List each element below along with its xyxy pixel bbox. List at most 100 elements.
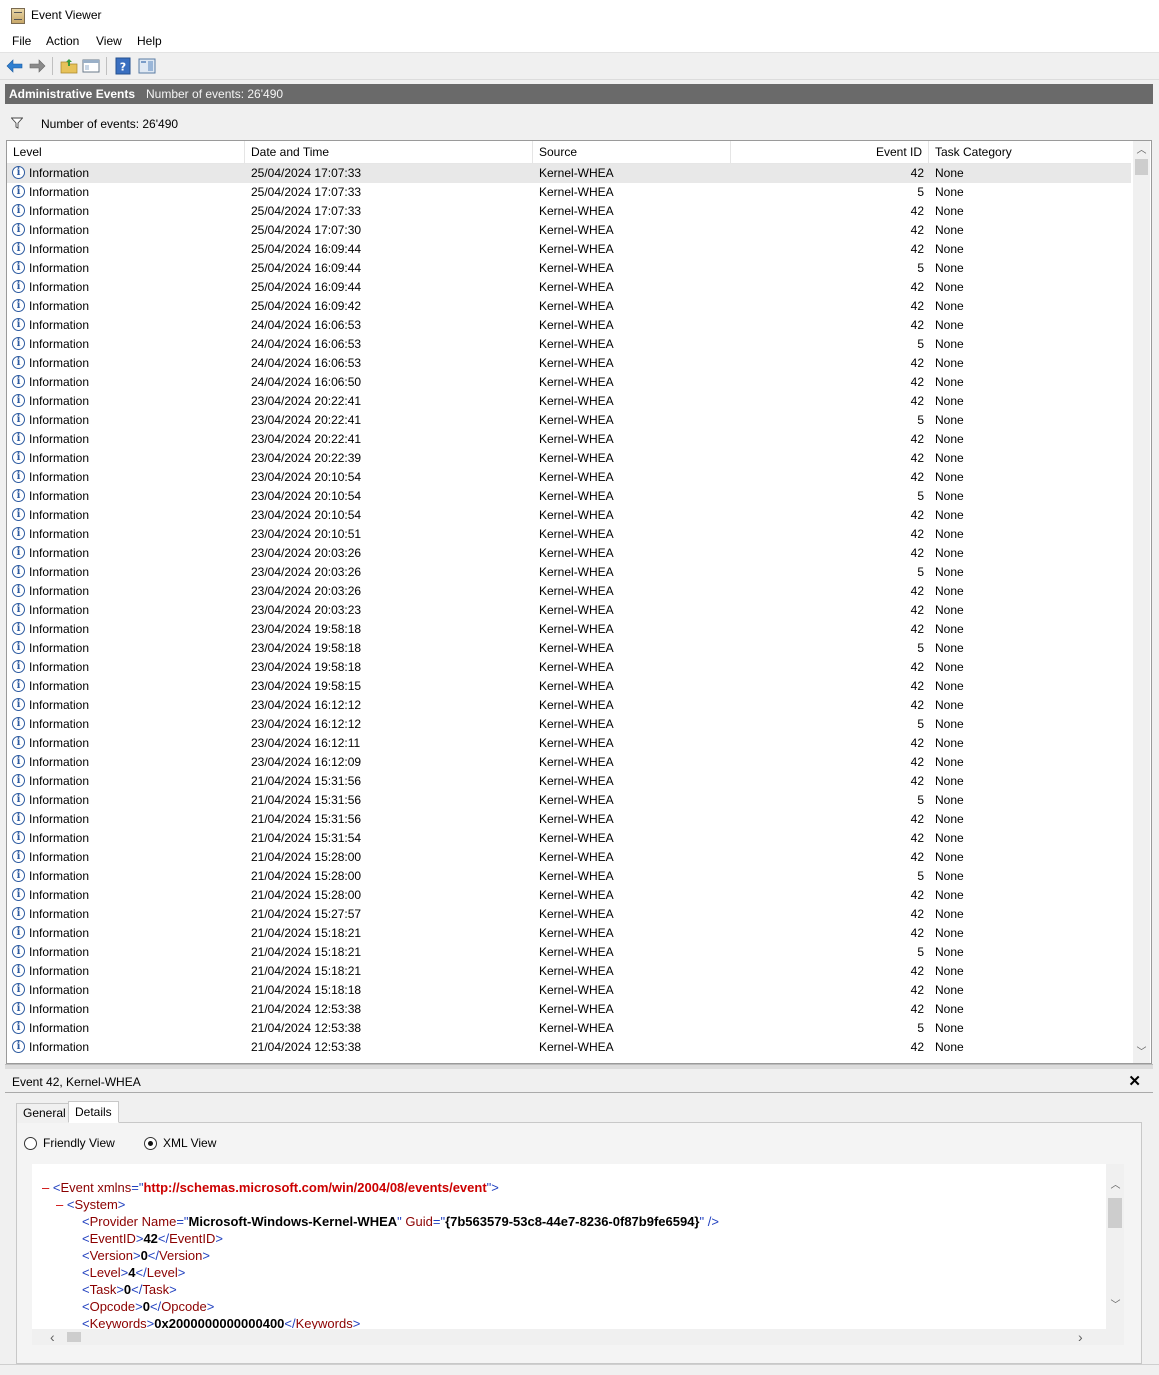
table-row[interactable]: i Information 21/04/2024 15:18:18 Kernel-WH… bbox=[7, 981, 1131, 1000]
column-header-task-category[interactable]: Task Category bbox=[929, 141, 1131, 163]
cell-date-time: 23/04/2024 20:10:51 bbox=[251, 527, 362, 541]
table-row[interactable]: i Information 21/04/2024 15:18:21 Kernel-WH… bbox=[7, 924, 1131, 943]
friendly-view-radio[interactable] bbox=[24, 1137, 37, 1150]
cell-event-id: 42 bbox=[910, 888, 924, 902]
table-row[interactable]: i Information 23/04/2024 20:03:26 Kernel-WH… bbox=[7, 582, 1131, 601]
table-row[interactable]: i Information 21/04/2024 15:31:54 Kernel-WH… bbox=[7, 829, 1131, 848]
table-row[interactable]: i Information 25/04/2024 16:09:42 Kernel-WH… bbox=[7, 297, 1131, 316]
back-arrow-icon[interactable] bbox=[6, 57, 24, 75]
cell-level: Information bbox=[29, 603, 90, 617]
xml-scroll-right-icon[interactable]: › bbox=[1078, 1329, 1083, 1345]
column-header-source[interactable]: Source bbox=[533, 141, 731, 163]
column-header-date-time[interactable]: Date and Time bbox=[245, 141, 533, 163]
table-row[interactable]: i Information 23/04/2024 20:22:41 Kernel-WH… bbox=[7, 411, 1131, 430]
table-row[interactable]: i Information 23/04/2024 16:12:12 Kernel-WH… bbox=[7, 696, 1131, 715]
table-row[interactable]: i Information 21/04/2024 12:53:38 Kernel-WH… bbox=[7, 1038, 1131, 1057]
table-row[interactable]: i Information 25/04/2024 17:07:33 Kernel-WH… bbox=[7, 202, 1131, 221]
scroll-down-icon[interactable]: ﹀ bbox=[1136, 1047, 1147, 1058]
table-row[interactable]: i Information 23/04/2024 19:58:15 Kernel-WH… bbox=[7, 677, 1131, 696]
cell-event-id: 42 bbox=[910, 356, 924, 370]
table-row[interactable]: i Information 24/04/2024 16:06:53 Kernel-WH… bbox=[7, 354, 1131, 373]
table-row[interactable]: i Information 23/04/2024 20:22:41 Kernel-WH… bbox=[7, 430, 1131, 449]
table-row[interactable]: i Information 24/04/2024 16:06:53 Kernel-WH… bbox=[7, 335, 1131, 354]
tab-details[interactable]: Details bbox=[68, 1101, 119, 1123]
menu-action[interactable]: Action bbox=[46, 34, 79, 48]
table-row[interactable]: i Information 25/04/2024 16:09:44 Kernel-WH… bbox=[7, 259, 1131, 278]
table-vertical-scrollbar[interactable]: ︿ ﹀ bbox=[1133, 141, 1150, 1063]
table-row[interactable]: i Information 21/04/2024 15:31:56 Kernel-WH… bbox=[7, 772, 1131, 791]
xml-horizontal-scrollbar[interactable]: ‹ › bbox=[32, 1329, 1124, 1345]
table-row[interactable]: i Information 23/04/2024 20:10:54 Kernel-WH… bbox=[7, 468, 1131, 487]
cell-task-category: None bbox=[935, 812, 964, 826]
table-row[interactable]: i Information 25/04/2024 17:07:33 Kernel-WH… bbox=[7, 183, 1131, 202]
table-row[interactable]: i Information 24/04/2024 16:06:50 Kernel-WH… bbox=[7, 373, 1131, 392]
cell-source: Kernel-WHEA bbox=[539, 1040, 614, 1054]
xml-vertical-scrollbar[interactable]: ︿ ﹀ bbox=[1106, 1164, 1124, 1329]
cell-date-time: 25/04/2024 16:09:42 bbox=[251, 299, 362, 313]
table-row[interactable]: i Information 21/04/2024 12:53:38 Kernel-WH… bbox=[7, 1019, 1131, 1038]
table-row[interactable]: i Information 23/04/2024 20:03:26 Kernel-WH… bbox=[7, 544, 1131, 563]
table-row[interactable]: i Information 21/04/2024 15:18:21 Kernel-WH… bbox=[7, 943, 1131, 962]
table-row[interactable]: i Information 25/04/2024 16:09:44 Kernel-WH… bbox=[7, 240, 1131, 259]
xml-scroll-up-icon[interactable]: ︿ bbox=[1110, 1180, 1121, 1191]
forward-arrow-icon[interactable] bbox=[28, 57, 46, 75]
menu-view[interactable]: View bbox=[96, 34, 122, 48]
cell-level: Information bbox=[29, 242, 90, 256]
xml-scrollbar-thumb[interactable] bbox=[1108, 1198, 1122, 1228]
xml-view-radio[interactable] bbox=[144, 1137, 157, 1150]
table-row[interactable]: i Information 23/04/2024 20:10:54 Kernel-WH… bbox=[7, 487, 1131, 506]
table-row[interactable]: i Information 25/04/2024 16:09:44 Kernel-WH… bbox=[7, 278, 1131, 297]
menu-help[interactable]: Help bbox=[137, 34, 162, 48]
table-row[interactable]: i Information 21/04/2024 15:31:56 Kernel-WH… bbox=[7, 810, 1131, 829]
table-row[interactable]: i Information 23/04/2024 16:12:12 Kernel-WH… bbox=[7, 715, 1131, 734]
action-pane-icon[interactable] bbox=[138, 57, 156, 75]
table-row[interactable]: i Information 21/04/2024 15:18:21 Kernel-WH… bbox=[7, 962, 1131, 981]
cell-level: Information bbox=[29, 185, 90, 199]
cell-source: Kernel-WHEA bbox=[539, 907, 614, 921]
xml-hscroll-thumb[interactable] bbox=[67, 1332, 81, 1342]
table-row[interactable]: i Information 23/04/2024 16:12:11 Kernel-WH… bbox=[7, 734, 1131, 753]
table-row[interactable]: i Information 21/04/2024 15:28:00 Kernel-WH… bbox=[7, 886, 1131, 905]
table-row[interactable]: i Information 21/04/2024 15:31:56 Kernel-WH… bbox=[7, 791, 1131, 810]
table-row[interactable]: i Information 23/04/2024 20:22:39 Kernel-WH… bbox=[7, 449, 1131, 468]
table-row[interactable]: i Information 23/04/2024 19:58:18 Kernel-WH… bbox=[7, 620, 1131, 639]
table-row[interactable]: i Information 23/04/2024 20:10:51 Kernel-WH… bbox=[7, 525, 1131, 544]
pane-splitter[interactable] bbox=[5, 1064, 1153, 1069]
menu-file[interactable]: File bbox=[12, 34, 31, 48]
cell-level: Information bbox=[29, 280, 90, 294]
collapse-event-icon[interactable]: – bbox=[42, 1180, 53, 1195]
table-row[interactable]: i Information 25/04/2024 17:07:30 Kernel-WH… bbox=[7, 221, 1131, 240]
table-row[interactable]: i Information 23/04/2024 20:10:54 Kernel-WH… bbox=[7, 506, 1131, 525]
table-row[interactable]: i Information 23/04/2024 20:03:23 Kernel-WH… bbox=[7, 601, 1131, 620]
close-icon[interactable]: ✕ bbox=[1128, 1072, 1141, 1090]
table-row[interactable]: i Information 23/04/2024 20:22:41 Kernel-WH… bbox=[7, 392, 1131, 411]
show-hide-tree-icon[interactable] bbox=[82, 57, 100, 75]
table-row[interactable]: i Information 21/04/2024 15:28:00 Kernel-WH… bbox=[7, 848, 1131, 867]
cell-date-time: 23/04/2024 20:10:54 bbox=[251, 470, 362, 484]
status-bar bbox=[0, 1364, 1159, 1375]
cell-event-id: 42 bbox=[910, 432, 924, 446]
table-row[interactable]: i Information 23/04/2024 19:58:18 Kernel-WH… bbox=[7, 658, 1131, 677]
column-header-level[interactable]: Level bbox=[7, 141, 245, 163]
table-row[interactable]: i Information 21/04/2024 15:28:00 Kernel-WH… bbox=[7, 867, 1131, 886]
table-row[interactable]: i Information 23/04/2024 20:03:26 Kernel-WH… bbox=[7, 563, 1131, 582]
xml-field-line: <Level>4</Level> bbox=[82, 1265, 186, 1280]
folder-up-icon[interactable] bbox=[60, 57, 78, 75]
column-header-event-id[interactable]: Event ID bbox=[731, 141, 929, 163]
table-row[interactable]: i Information 23/04/2024 16:12:09 Kernel-WH… bbox=[7, 753, 1131, 772]
table-row[interactable]: i Information 24/04/2024 16:06:53 Kernel-WH… bbox=[7, 316, 1131, 335]
scroll-up-icon[interactable]: ︿ bbox=[1136, 145, 1147, 156]
cell-task-category: None bbox=[935, 679, 964, 693]
xml-scroll-down-icon[interactable]: ﹀ bbox=[1110, 1300, 1121, 1311]
cell-event-id: 5 bbox=[917, 793, 924, 807]
table-row[interactable]: i Information 21/04/2024 12:53:38 Kernel-WH… bbox=[7, 1000, 1131, 1019]
table-row[interactable]: i Information 25/04/2024 17:07:33 Kernel-WH… bbox=[7, 164, 1131, 183]
help-icon[interactable]: ? bbox=[114, 57, 132, 75]
xml-scroll-left-icon[interactable]: ‹ bbox=[50, 1329, 55, 1345]
scrollbar-thumb[interactable] bbox=[1135, 159, 1148, 175]
cell-source: Kernel-WHEA bbox=[539, 736, 614, 750]
table-row[interactable]: i Information 21/04/2024 15:27:57 Kernel-WH… bbox=[7, 905, 1131, 924]
tab-general[interactable]: General bbox=[16, 1103, 73, 1123]
collapse-system-icon[interactable]: – bbox=[56, 1197, 67, 1212]
table-row[interactable]: i Information 23/04/2024 19:58:18 Kernel-WH… bbox=[7, 639, 1131, 658]
